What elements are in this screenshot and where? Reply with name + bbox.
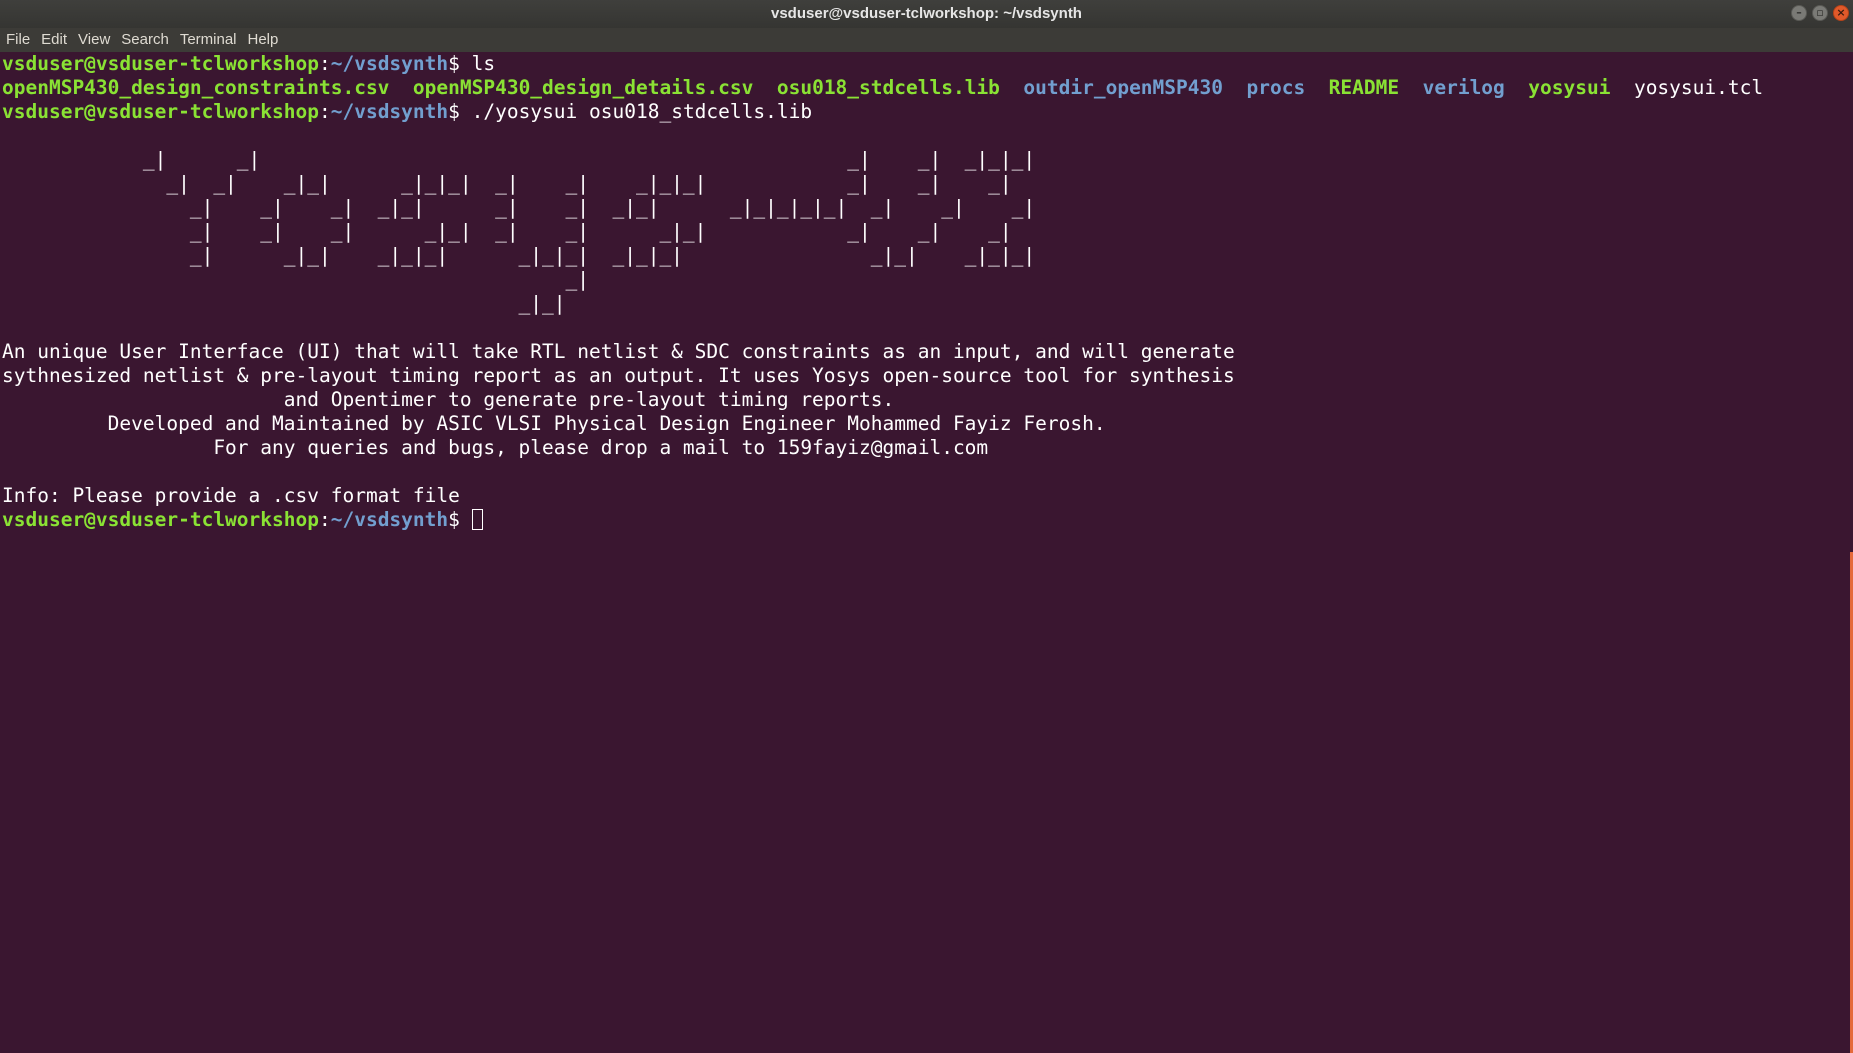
command-text: ./yosysui osu018_stdcells.lib bbox=[471, 100, 813, 123]
ls-separator bbox=[1399, 76, 1422, 99]
ls-entry: openMSP430_design_details.csv bbox=[412, 76, 754, 99]
window-controls: – ▫ × bbox=[1786, 5, 1849, 23]
ascii-banner: _| _| _| _| _|_|_| _| _| _|_| _|_|_| _| … bbox=[2, 124, 1849, 340]
description-line: and Opentimer to generate pre-layout tim… bbox=[2, 388, 895, 411]
ls-separator bbox=[1305, 76, 1328, 99]
banner-line: _| bbox=[2, 268, 589, 291]
command-line-yosysui: vsduser@vsduser-tclworkshop:~/vsdsynth$ … bbox=[2, 100, 1849, 124]
description-line: An unique User Interface (UI) that will … bbox=[2, 340, 1235, 363]
prompt-dollar: $ bbox=[448, 100, 472, 123]
banner-line: _| _|_| _|_|_| _|_|_| _|_|_| _|_| _|_|_| bbox=[2, 244, 1036, 267]
ls-entry: verilog bbox=[1422, 76, 1505, 99]
info-message: Info: Please provide a .csv format file bbox=[2, 484, 460, 507]
close-button[interactable]: × bbox=[1833, 5, 1849, 21]
scrollbar[interactable] bbox=[1849, 52, 1853, 1053]
prompt-path: ~/vsdsynth bbox=[330, 508, 449, 531]
title-bar[interactable]: vsduser@vsduser-tclworkshop: ~/vsdsynth … bbox=[0, 0, 1853, 28]
command-line-current: vsduser@vsduser-tclworkshop:~/vsdsynth$ bbox=[2, 508, 1849, 532]
menu-file[interactable]: File bbox=[0, 28, 35, 52]
prompt-user: vsduser@vsduser-tclworkshop bbox=[2, 100, 319, 123]
ls-separator bbox=[1000, 76, 1023, 99]
banner-line: _| _| _| _| _|_|_| bbox=[2, 148, 1036, 171]
prompt-path: ~/vsdsynth bbox=[330, 52, 449, 75]
ls-entry: procs bbox=[1246, 76, 1306, 99]
minimize-button[interactable]: – bbox=[1791, 5, 1807, 21]
ls-separator bbox=[389, 76, 412, 99]
ls-output: openMSP430_design_constraints.csv openMS… bbox=[2, 76, 1849, 100]
menu-bar: File Edit View Search Terminal Help bbox=[0, 28, 1853, 52]
ls-entry: yosysui.tcl bbox=[1633, 76, 1764, 99]
ls-separator bbox=[1223, 76, 1246, 99]
description-line: sythnesized netlist & pre-layout timing … bbox=[2, 364, 1235, 387]
ls-entry: openMSP430_design_constraints.csv bbox=[2, 76, 390, 99]
maximize-button[interactable]: ▫ bbox=[1812, 5, 1828, 21]
banner-line: _| _| _| _|_| _| _| _|_| _| _| _| bbox=[2, 220, 1012, 243]
banner-line bbox=[2, 316, 1849, 340]
ls-entry: yosysui bbox=[1528, 76, 1611, 99]
prompt-user: vsduser@vsduser-tclworkshop bbox=[2, 52, 319, 75]
terminal-window: vsduser@vsduser-tclworkshop: ~/vsdsynth … bbox=[0, 0, 1853, 1053]
banner-line: _|_| bbox=[2, 292, 566, 315]
description-line: Developed and Maintained by ASIC VLSI Ph… bbox=[2, 412, 1106, 435]
close-icon: × bbox=[1836, 6, 1846, 19]
command-text: ls bbox=[471, 52, 496, 75]
minimize-icon: – bbox=[1796, 6, 1802, 19]
ls-separator bbox=[1610, 76, 1633, 99]
ls-separator bbox=[753, 76, 776, 99]
maximize-icon: ▫ bbox=[1816, 6, 1824, 19]
banner-line: _| _| _| _|_| _| _| _|_| _|_|_|_|_| _| _… bbox=[2, 196, 1036, 219]
terminal-output[interactable]: vsduser@vsduser-tclworkshop:~/vsdsynth$ … bbox=[0, 52, 1849, 1053]
menu-view[interactable]: View bbox=[72, 28, 115, 52]
banner-line: _| _| _|_| _|_|_| _| _| _|_|_| _| _| _| bbox=[2, 172, 1012, 195]
prompt-sep: : bbox=[318, 508, 331, 531]
menu-edit[interactable]: Edit bbox=[35, 28, 72, 52]
prompt-dollar: $ bbox=[448, 52, 472, 75]
prompt-dollar: $ bbox=[448, 508, 472, 531]
prompt-sep: : bbox=[318, 52, 331, 75]
prompt-path: ~/vsdsynth bbox=[330, 100, 449, 123]
ls-separator bbox=[1505, 76, 1528, 99]
tool-description: An unique User Interface (UI) that will … bbox=[2, 340, 1849, 460]
command-line-ls: vsduser@vsduser-tclworkshop:~/vsdsynth$ … bbox=[2, 52, 1849, 76]
prompt-user: vsduser@vsduser-tclworkshop bbox=[2, 508, 319, 531]
description-line: For any queries and bugs, please drop a … bbox=[2, 436, 989, 459]
ls-entry: outdir_openMSP430 bbox=[1023, 76, 1223, 99]
menu-terminal[interactable]: Terminal bbox=[174, 28, 242, 52]
banner-line bbox=[2, 124, 1849, 148]
window-title: vsduser@vsduser-tclworkshop: ~/vsdsynth bbox=[771, 5, 1082, 22]
prompt-sep: : bbox=[318, 100, 331, 123]
menu-search[interactable]: Search bbox=[115, 28, 174, 52]
text-cursor[interactable] bbox=[471, 509, 483, 530]
ls-entry: README bbox=[1328, 76, 1400, 99]
menu-help[interactable]: Help bbox=[242, 28, 284, 52]
ls-entry: osu018_stdcells.lib bbox=[776, 76, 1000, 99]
